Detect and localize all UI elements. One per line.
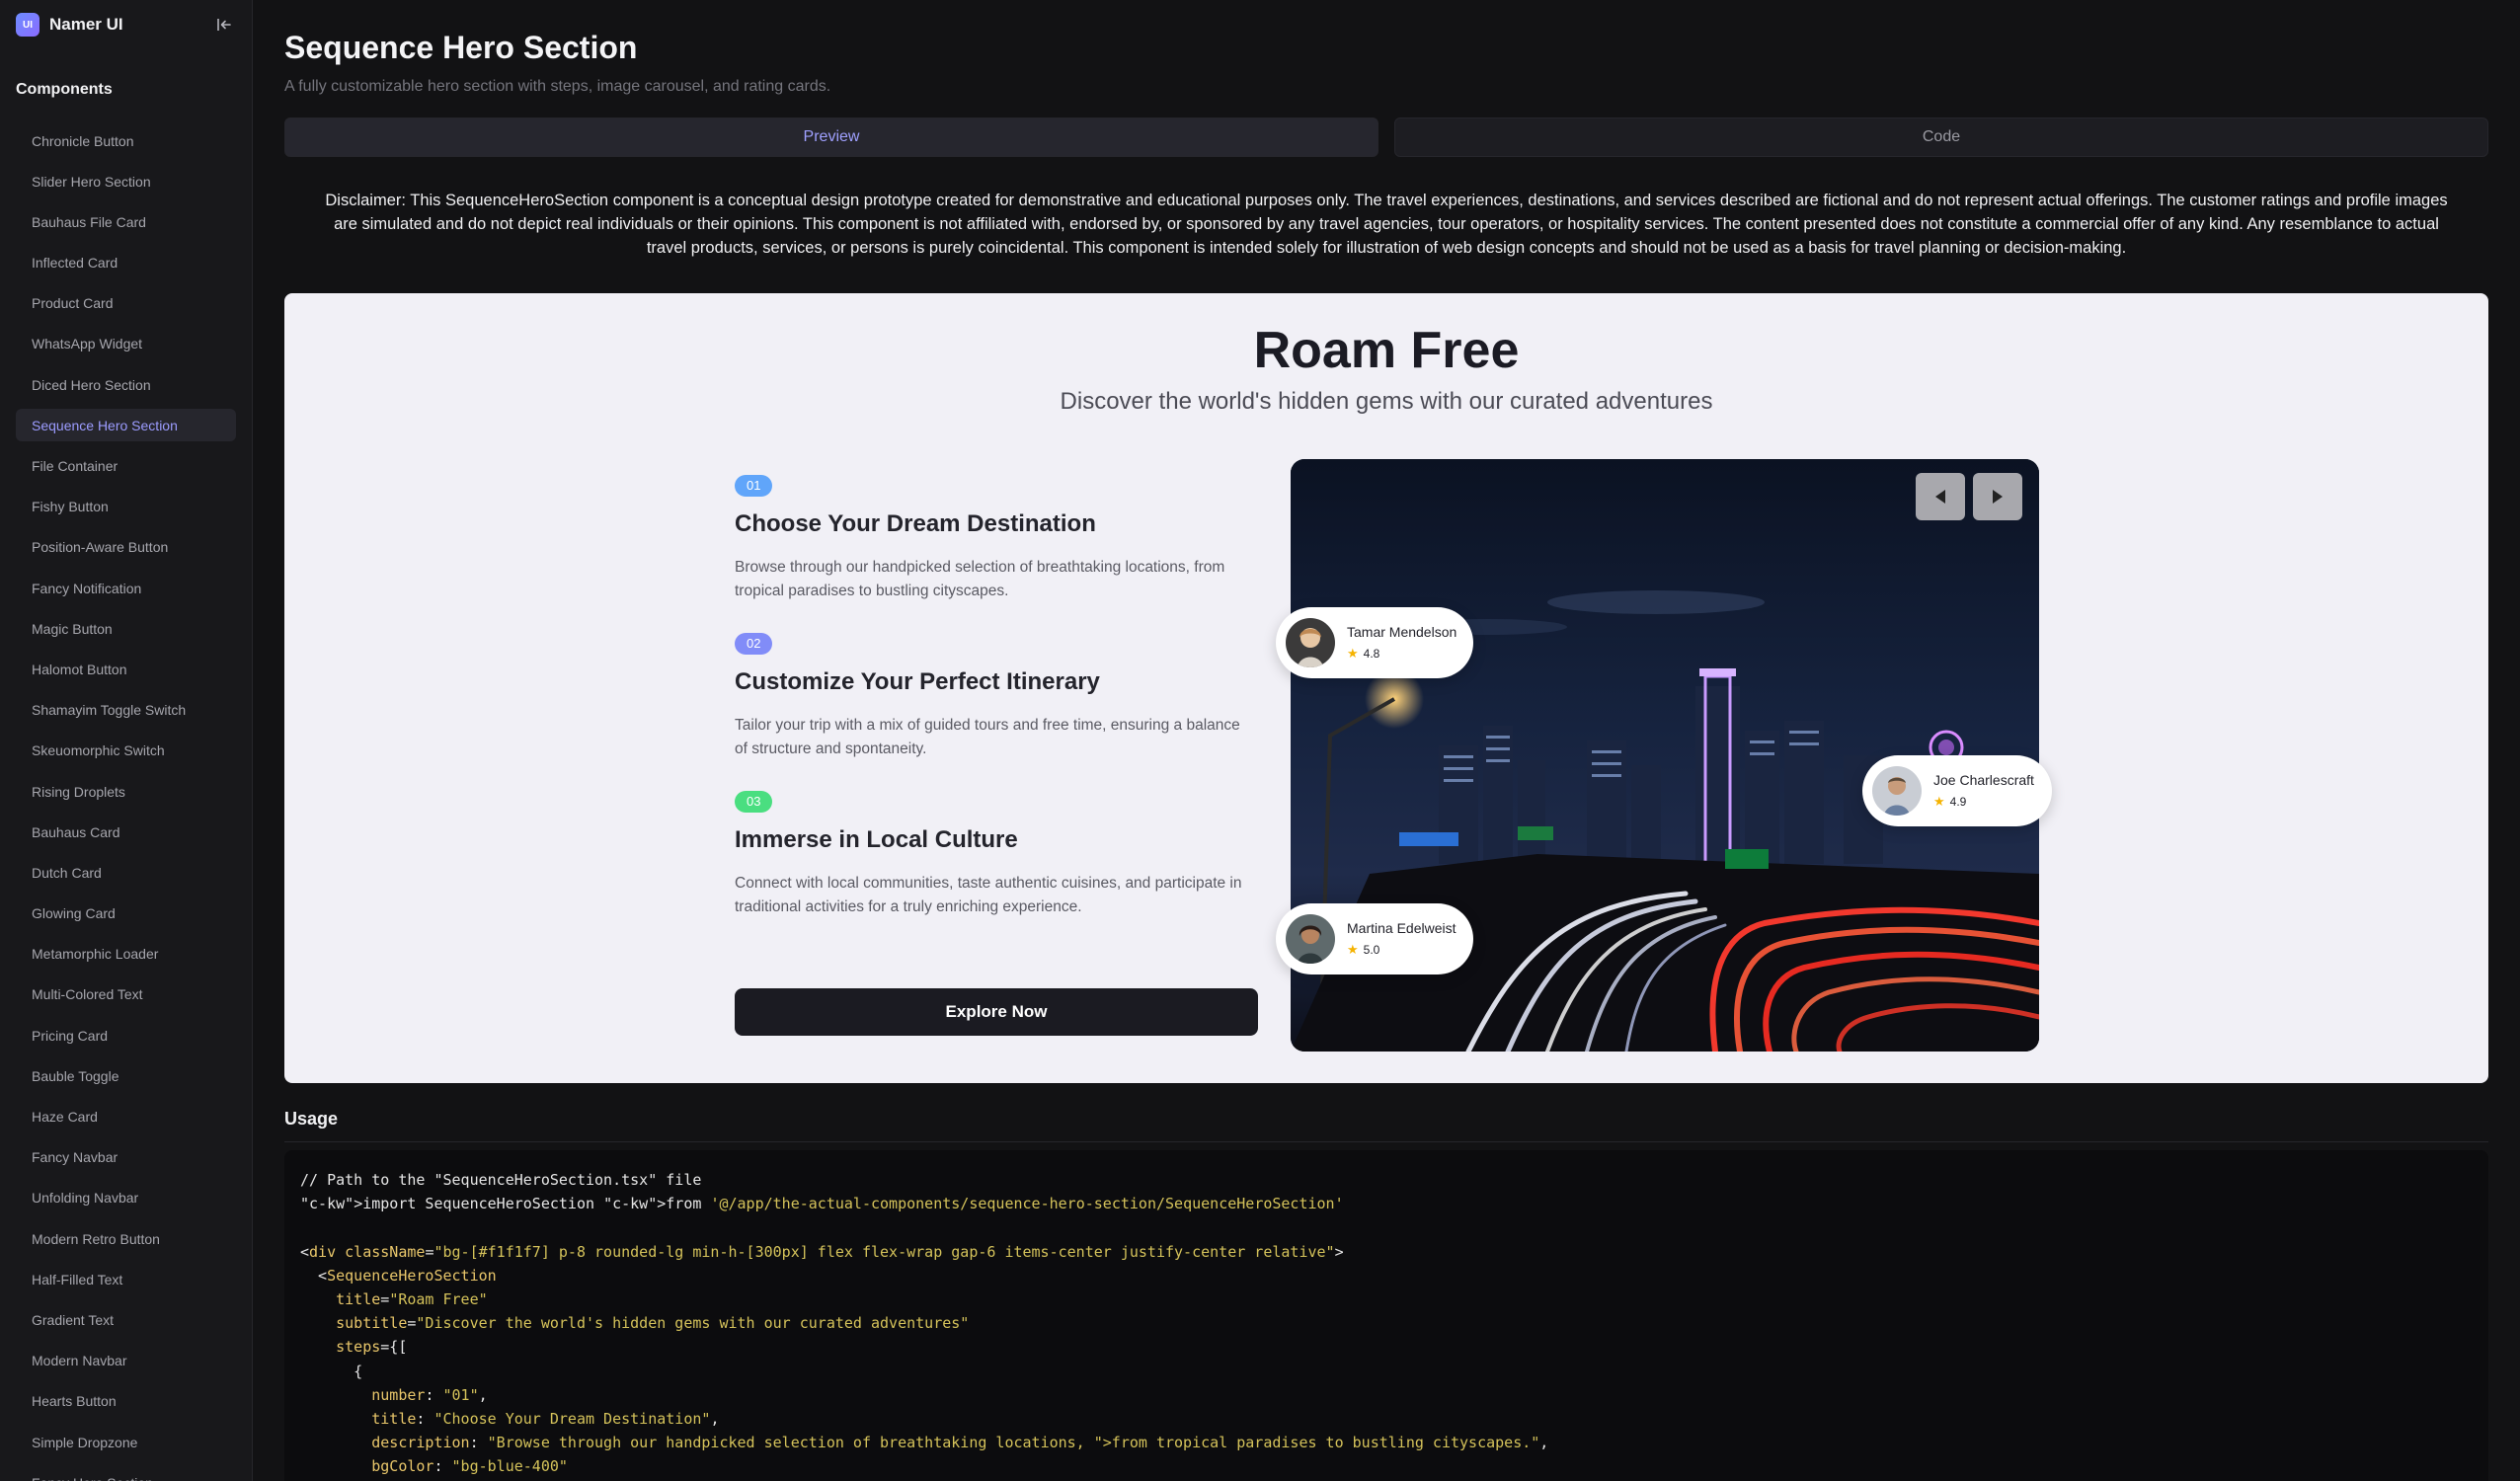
explore-now-button[interactable]: Explore Now (735, 988, 1258, 1036)
main-content: Sequence Hero Section A fully customizab… (284, 0, 2488, 1481)
sidebar-item-metamorphic-loader[interactable]: Metamorphic Loader (16, 938, 236, 971)
rating-score: ★ 4.8 (1347, 646, 1380, 661)
avatar (1286, 914, 1335, 964)
sidebar: UI Namer UI Components Chronicle Button S… (0, 0, 253, 1481)
sidebar-item-fancy-navbar[interactable]: Fancy Navbar (16, 1141, 236, 1174)
step-2: 02 Customize Your Perfect Itinerary Tail… (735, 633, 1268, 761)
rating-score: ★ 4.9 (1933, 794, 1967, 809)
sidebar-item-hearts-button[interactable]: Hearts Button (16, 1385, 236, 1418)
code-block[interactable]: // Path to the "SequenceHeroSection.tsx"… (284, 1150, 2488, 1481)
sidebar-item-whatsapp-widget[interactable]: WhatsApp Widget (16, 328, 236, 360)
sidebar-item-file-container[interactable]: File Container (16, 450, 236, 483)
sidebar-item-unfolding-navbar[interactable]: Unfolding Navbar (16, 1182, 236, 1214)
brand: UI Namer UI (0, 0, 252, 49)
step-title: Choose Your Dream Destination (735, 510, 1096, 537)
collapse-sidebar-button[interactable] (212, 13, 236, 37)
step-number-badge: 02 (735, 633, 773, 655)
sidebar-item-haze-card[interactable]: Haze Card (16, 1101, 236, 1133)
step-3: 03 Immerse in Local Culture Connect with… (735, 791, 1268, 919)
tab-preview[interactable]: Preview (284, 117, 1378, 157)
hero-subtitle: Discover the world's hidden gems with ou… (1060, 388, 1713, 415)
avatar (1872, 766, 1922, 816)
sidebar-item-position-aware-button[interactable]: Position-Aware Button (16, 531, 236, 564)
sidebar-item-rising-droplets[interactable]: Rising Droplets (16, 775, 236, 808)
collapse-sidebar-icon (217, 19, 231, 31)
sidebar-item-halomot-button[interactable]: Halomot Button (16, 653, 236, 685)
usage-title: Usage (284, 1109, 2488, 1142)
code-line: description: "Browse through our handpic… (371, 1434, 1549, 1452)
triangle-left-icon (1935, 490, 1945, 504)
sidebar-item-dutch-card[interactable]: Dutch Card (16, 856, 236, 889)
sidebar-item-inflected-card[interactable]: Inflected Card (16, 247, 236, 279)
step-title: Customize Your Perfect Itinerary (735, 668, 1100, 695)
step-description: Tailor your trip with a mix of guided to… (735, 717, 1240, 757)
preview-panel: Roam Free Discover the world's hidden ge… (284, 293, 2488, 1083)
rating-card: Martina Edelweist ★ 5.0 (1276, 903, 1473, 974)
rating-card: Joe Charlescraft ★ 4.9 (1862, 755, 2052, 826)
sidebar-item-fancy-notification[interactable]: Fancy Notification (16, 572, 236, 604)
sidebar-item-half-filled-text[interactable]: Half-Filled Text (16, 1263, 236, 1295)
sidebar-section-title: Components (16, 81, 113, 98)
step-title: Immerse in Local Culture (735, 826, 1018, 853)
sidebar-nav: Chronicle Button Slider Hero Section Bauha… (0, 124, 252, 1481)
step-1: 01 Choose Your Dream Destination Browse … (735, 475, 1268, 603)
code-line: <SequenceHeroSection (300, 1266, 497, 1285)
step-description: Browse through our handpicked selection … (735, 559, 1225, 599)
code-line: steps={[ (336, 1338, 408, 1357)
code-line: number: "01", (371, 1385, 488, 1404)
page-subtitle: A fully customizable hero section with s… (284, 78, 831, 95)
code-line: "c-kw">import SequenceHeroSection "c-kw"… (300, 1195, 1344, 1213)
code-line: title="Roam Free" (336, 1290, 488, 1309)
sidebar-item-chronicle-button[interactable]: Chronicle Button (16, 124, 236, 157)
step-number-badge: 01 (735, 475, 773, 497)
carousel-prev-button[interactable] (1916, 473, 1965, 520)
sidebar-item-product-card[interactable]: Product Card (16, 287, 236, 320)
rating-card: Tamar Mendelson ★ 4.8 (1276, 607, 1473, 678)
code-line: title: "Choose Your Dream Destination", (371, 1410, 720, 1429)
avatar (1286, 618, 1335, 667)
sidebar-item-skeuomorphic-switch[interactable]: Skeuomorphic Switch (16, 735, 236, 767)
code-line: bgColor: "bg-blue-400" (371, 1457, 568, 1476)
sidebar-item-simple-dropzone[interactable]: Simple Dropzone (16, 1426, 236, 1458)
disclaimer: Disclaimer: This SequenceHeroSection com… (325, 192, 2448, 257)
sidebar-item-glowing-card[interactable]: Glowing Card (16, 897, 236, 930)
step-number-badge: 03 (735, 791, 773, 813)
view-tabs: Preview Code (284, 117, 2488, 157)
rating-score: ★ 5.0 (1347, 942, 1380, 957)
hero-title: Roam Free (1253, 322, 1520, 379)
code-line: // Path to the "SequenceHeroSection.tsx"… (300, 1171, 702, 1189)
step-description: Connect with local communities, taste au… (735, 875, 1242, 915)
page-title: Sequence Hero Section (284, 30, 638, 65)
rating-name: Tamar Mendelson (1347, 624, 1457, 640)
sidebar-item-shamayim-toggle-switch[interactable]: Shamayim Toggle Switch (16, 694, 236, 727)
code-line: { (300, 1362, 363, 1380)
star-icon: ★ (1933, 794, 1945, 809)
sidebar-item-modern-retro-button[interactable]: Modern Retro Button (16, 1222, 236, 1255)
sidebar-item-slider-hero-section[interactable]: Slider Hero Section (16, 165, 236, 197)
sidebar-item-bauhaus-card[interactable]: Bauhaus Card (16, 816, 236, 848)
sidebar-item-gradient-text[interactable]: Gradient Text (16, 1303, 236, 1336)
star-icon: ★ (1347, 942, 1359, 957)
sidebar-item-pricing-card[interactable]: Pricing Card (16, 1019, 236, 1052)
rating-name: Joe Charlescraft (1933, 772, 2034, 788)
sidebar-item-magic-button[interactable]: Magic Button (16, 612, 236, 645)
sidebar-item-bauhaus-file-card[interactable]: Bauhaus File Card (16, 205, 236, 238)
sidebar-item-bauble-toggle[interactable]: Bauble Toggle (16, 1059, 236, 1092)
triangle-right-icon (1993, 490, 2003, 504)
rating-name: Martina Edelweist (1347, 920, 1457, 936)
sidebar-item-fishy-button[interactable]: Fishy Button (16, 491, 236, 523)
sidebar-item-diced-hero-section[interactable]: Diced Hero Section (16, 368, 236, 401)
carousel-next-button[interactable] (1973, 473, 2022, 520)
sidebar-item-fancy-hero-section[interactable]: Fancy Hero Section (16, 1466, 236, 1481)
brand-name[interactable]: Namer UI (49, 15, 123, 35)
tab-code[interactable]: Code (1394, 117, 2488, 157)
sidebar-item-multi-colored-text[interactable]: Multi-Colored Text (16, 978, 236, 1011)
star-icon: ★ (1347, 646, 1359, 661)
sidebar-item-sequence-hero-section[interactable]: Sequence Hero Section (16, 409, 236, 442)
code-line: subtitle="Discover the world's hidden ge… (336, 1314, 970, 1333)
code-line: <div className="bg-[#f1f1f7] p-8 rounded… (300, 1242, 1344, 1261)
brand-logo[interactable]: UI (16, 13, 39, 37)
sidebar-item-modern-navbar[interactable]: Modern Navbar (16, 1345, 236, 1377)
